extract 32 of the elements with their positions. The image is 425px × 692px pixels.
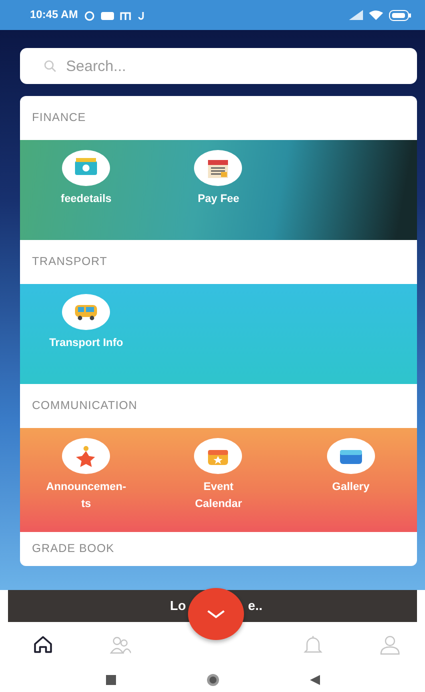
menu-tile[interactable]: Gallery — [284, 438, 417, 496]
recents-button[interactable] — [106, 675, 116, 685]
menu-tile[interactable]: Pay Fee — [152, 150, 285, 208]
toast-text: Lo — [170, 598, 186, 613]
status-time: 10:45 AM — [30, 9, 78, 21]
m-icon — [120, 10, 131, 20]
menu-tile[interactable]: Event Calendar — [152, 438, 285, 513]
section-header: FINANCE — [31, 111, 87, 126]
wifi-icon — [369, 10, 383, 20]
back-triangle-icon — [310, 675, 320, 685]
menu-tile[interactable]: Announcemen- ts — [20, 438, 152, 513]
alarm-icon — [84, 10, 95, 20]
battery-icon — [389, 10, 411, 20]
square-icon — [106, 675, 116, 685]
chevron-down-icon — [206, 609, 226, 619]
collapse-button[interactable] — [188, 588, 244, 640]
menu-tile[interactable]: Transport Info — [20, 294, 152, 352]
home-icon — [32, 634, 54, 656]
people-icon — [108, 634, 131, 656]
person-icon — [379, 634, 401, 656]
section-header: TRANSPORT — [31, 255, 108, 270]
home-button[interactable] — [206, 673, 220, 687]
search-icon — [44, 60, 56, 72]
menu-tile[interactable]: feedetails — [20, 150, 152, 208]
search-field[interactable]: Search... — [20, 48, 417, 84]
signal-icon — [349, 10, 363, 20]
back-button[interactable] — [310, 675, 320, 685]
message-icon — [100, 10, 114, 20]
toast-text: e.. — [248, 598, 262, 613]
section-header: COMMUNICATION — [31, 399, 138, 414]
section-header: GRADE BOOK — [31, 542, 116, 557]
circle-icon — [206, 673, 220, 687]
